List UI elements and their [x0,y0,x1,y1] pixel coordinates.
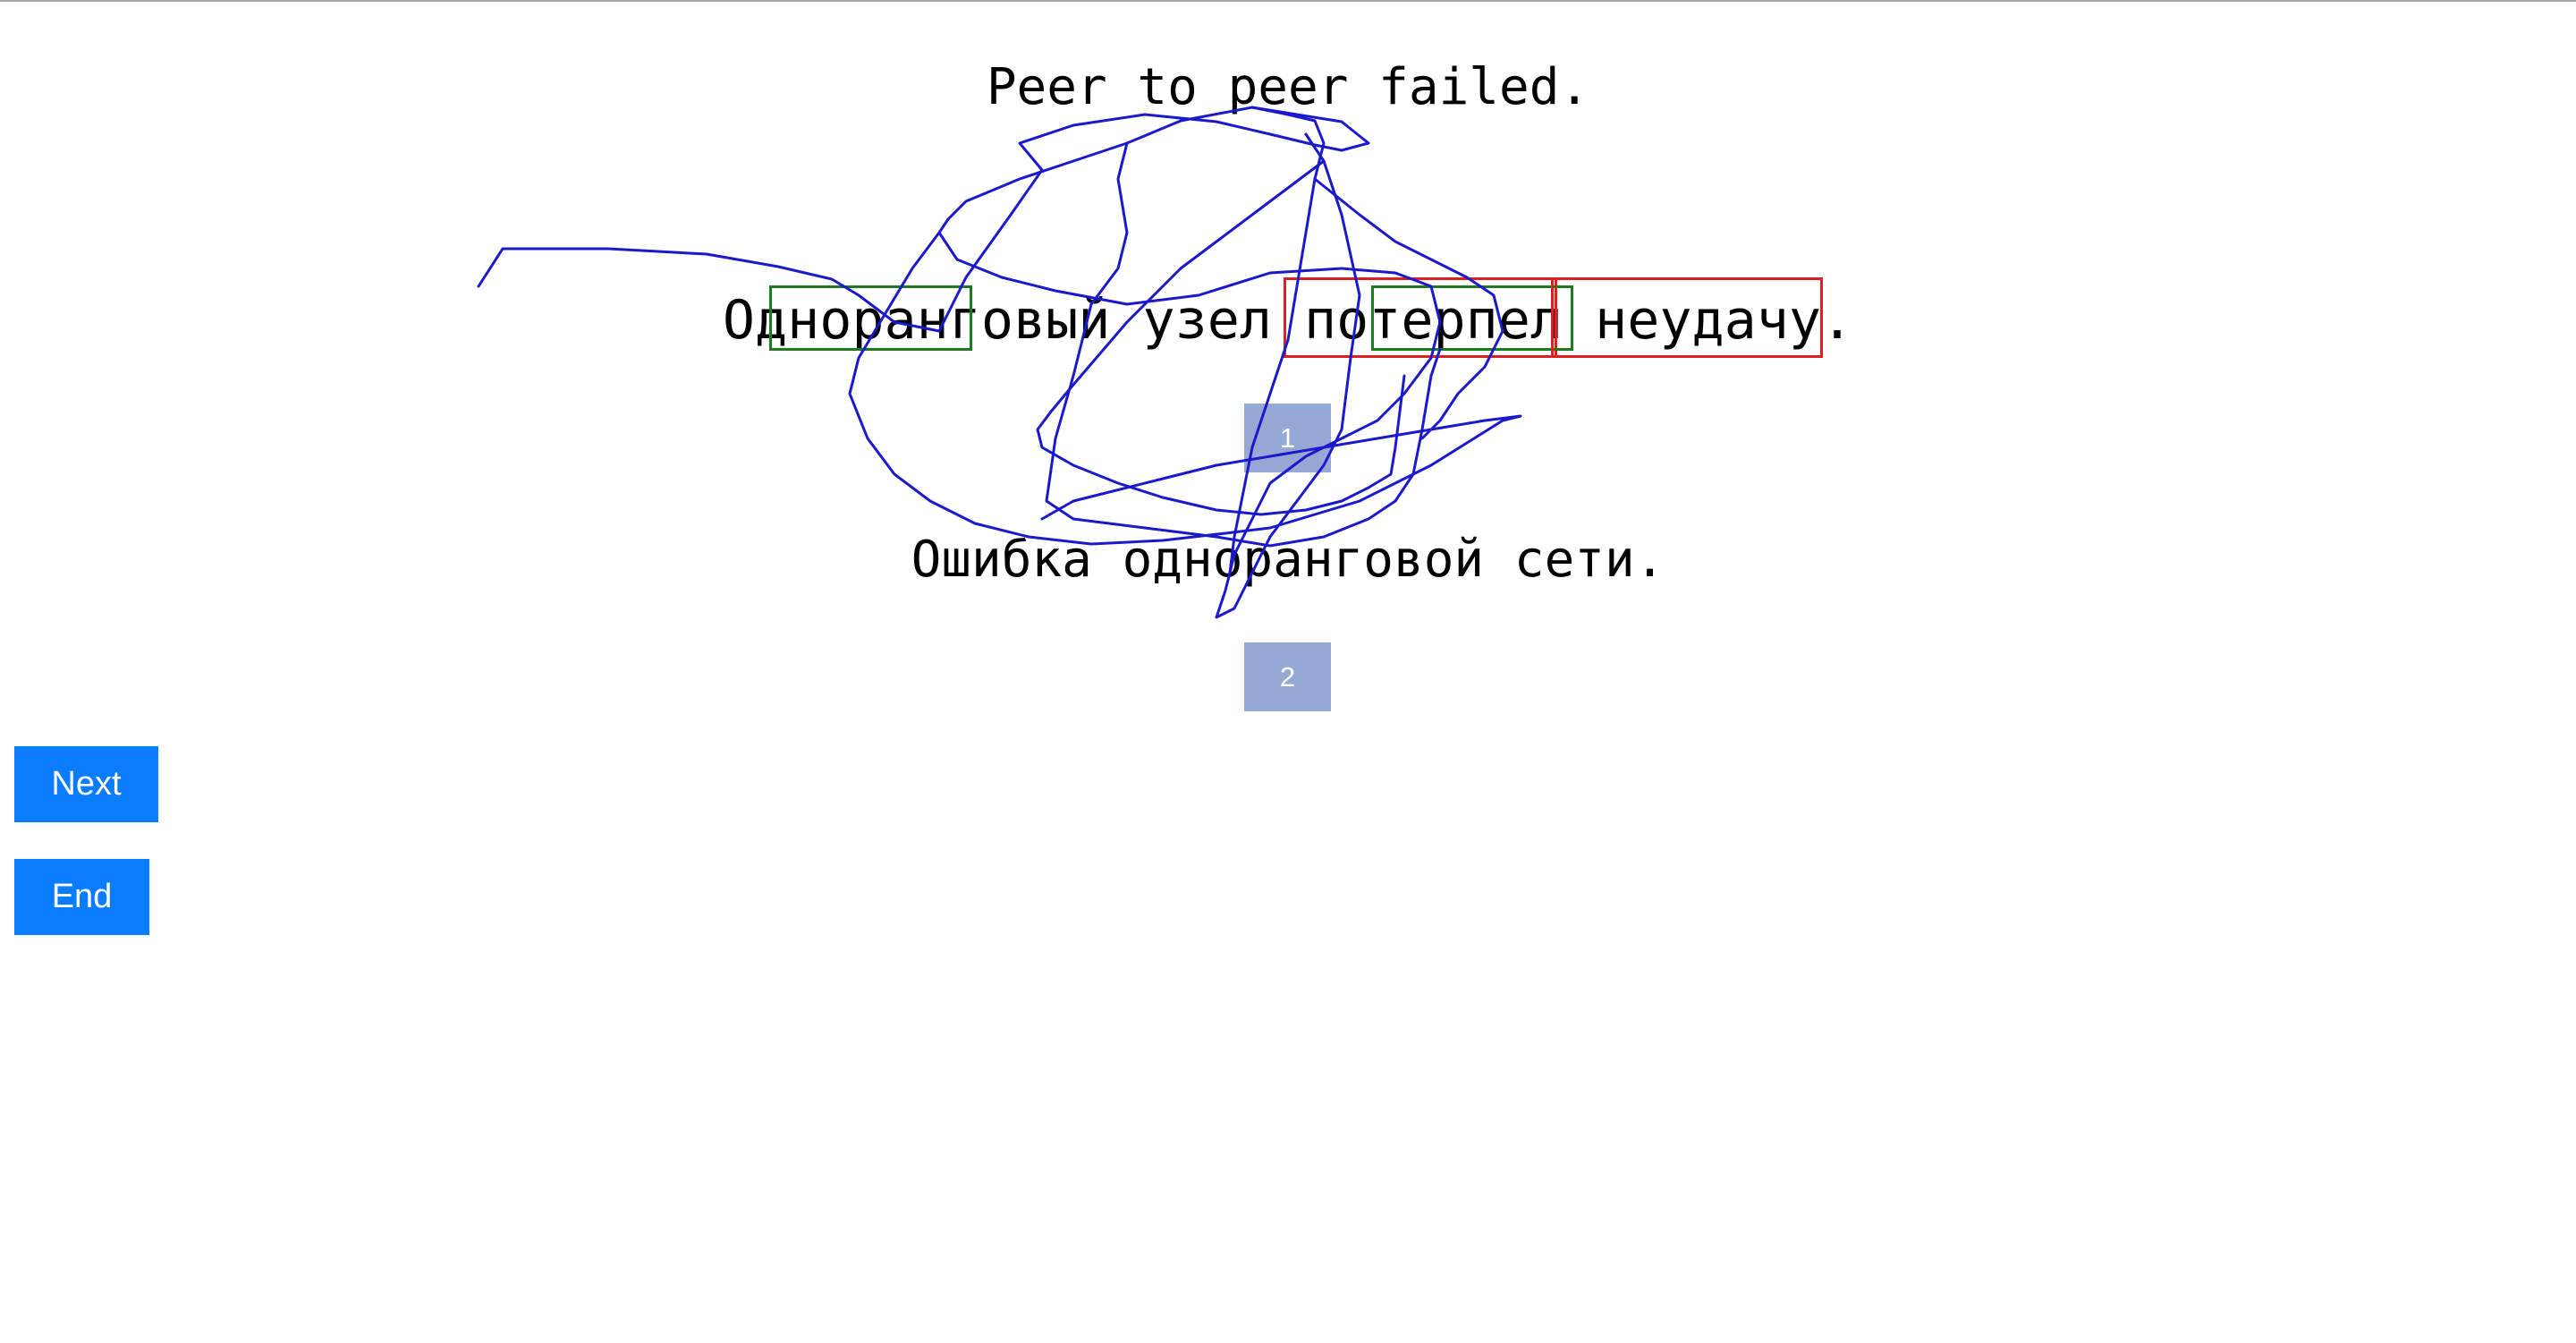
highlight-box-green-1[interactable] [769,285,972,351]
sentence-number-badge-2: 2 [1244,642,1331,711]
top-border [0,0,2576,2]
highlight-box-green-2[interactable] [1371,285,1573,351]
reference-translation-sentence: Ошибка одноранговой сети. [911,531,1665,589]
next-button[interactable]: Next [14,746,158,822]
source-sentence: Peer to peer failed. [986,58,1590,116]
end-button[interactable]: End [14,859,149,935]
sentence-number-badge-1: 1 [1244,404,1331,472]
highlight-box-red-2[interactable] [1551,277,1823,358]
